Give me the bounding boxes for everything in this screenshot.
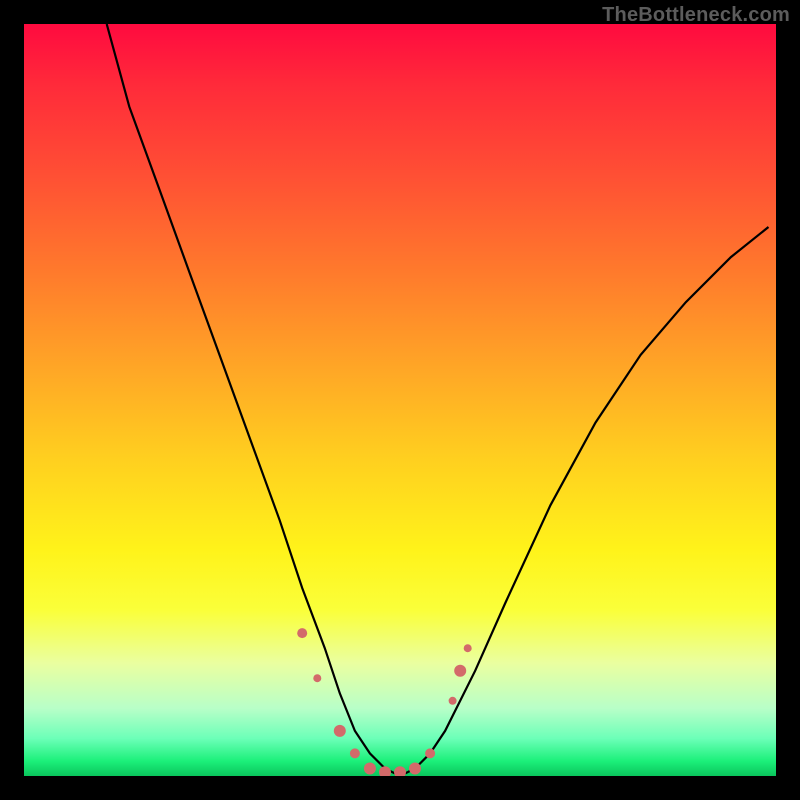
marker-dot xyxy=(350,748,360,758)
watermark-text: TheBottleneck.com xyxy=(602,4,790,27)
marker-dot xyxy=(394,766,406,776)
bottleneck-curve xyxy=(107,24,769,776)
curve-markers xyxy=(297,628,472,776)
marker-dot xyxy=(409,763,421,775)
marker-dot xyxy=(425,748,435,758)
marker-dot xyxy=(454,665,466,677)
marker-dot xyxy=(449,697,457,705)
curve-layer xyxy=(24,24,776,776)
marker-dot xyxy=(334,725,346,737)
marker-dot xyxy=(313,674,321,682)
marker-dot xyxy=(379,766,391,776)
plot-area xyxy=(24,24,776,776)
marker-dot xyxy=(464,644,472,652)
chart-frame: TheBottleneck.com xyxy=(0,0,800,800)
marker-dot xyxy=(297,628,307,638)
curve-path xyxy=(107,24,769,776)
marker-dot xyxy=(364,763,376,775)
